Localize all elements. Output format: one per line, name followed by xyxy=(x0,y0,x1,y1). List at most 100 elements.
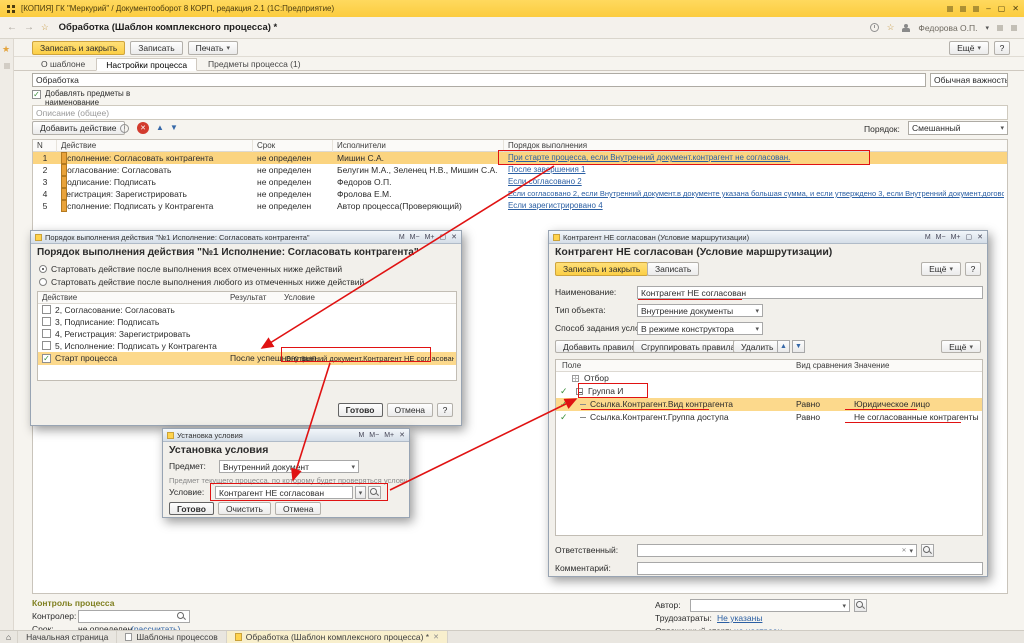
radio-start-after-all[interactable]: Стартовать действие после выполнения все… xyxy=(39,264,342,274)
user-name[interactable]: Федорова О.П. xyxy=(918,23,977,33)
order-row[interactable]: 5, Исполнение: Подписать у Контрагента xyxy=(38,340,456,352)
name-input[interactable]: Контрагент НЕ согласован xyxy=(637,286,983,299)
dialog-titlebar[interactable]: Установка условия М М− М+ ✕ xyxy=(163,429,409,442)
restore-icon[interactable]: ▢ xyxy=(998,4,1006,13)
app-menu-icon[interactable] xyxy=(7,5,10,8)
radio-start-after-any[interactable]: Стартовать действие после выполнения люб… xyxy=(39,277,364,287)
col-action[interactable]: Действие xyxy=(57,140,253,152)
history-icon[interactable] xyxy=(870,23,879,32)
user-menu-chevron-icon[interactable]: ▾ xyxy=(985,24,989,32)
condition-input[interactable]: Контрагент НЕ согласован xyxy=(215,486,353,499)
move-up-icon[interactable]: ▲ xyxy=(777,340,790,353)
checkbox-checked[interactable]: ✓ xyxy=(42,354,51,363)
favorite-star-icon[interactable]: ☆ xyxy=(41,22,49,33)
move-down-icon[interactable]: ▼ xyxy=(170,123,178,132)
font-plus-icon[interactable]: М+ xyxy=(425,234,435,241)
taskbar-tab-start[interactable]: Начальная страница xyxy=(18,631,117,643)
order-link[interactable]: Если согласовано 2, если Внутренний доку… xyxy=(508,189,1004,198)
navbar-icon[interactable] xyxy=(1011,25,1017,31)
order-row[interactable]: 2, Согласование: Согласовать xyxy=(38,304,456,316)
col-term[interactable]: Срок xyxy=(253,140,333,152)
condition-choose-button[interactable]: ▾ xyxy=(355,486,366,499)
close-icon[interactable]: ✕ xyxy=(977,233,983,241)
print-button[interactable]: Печать ▾ xyxy=(188,41,238,55)
responsible-input[interactable]: ✕ ▾ xyxy=(637,544,917,557)
restore-icon[interactable]: ▢ xyxy=(966,233,973,241)
check-icon[interactable]: ✓ xyxy=(560,398,568,411)
dialog-titlebar[interactable]: Контрагент НЕ согласован (Условие маршру… xyxy=(549,231,987,244)
done-button[interactable]: Готово xyxy=(169,502,214,515)
col-order[interactable]: Порядок выполнения xyxy=(504,140,1004,152)
importance-select[interactable]: Обычная важность ▾ xyxy=(930,73,1008,87)
save-close-button[interactable]: Записать и закрыть xyxy=(32,41,125,55)
cancel-button[interactable]: Отмена xyxy=(387,403,434,417)
clear-icon[interactable]: ✕ xyxy=(901,547,906,554)
chevron-down-icon[interactable]: ▾ xyxy=(909,547,913,555)
author-search-button[interactable] xyxy=(854,599,867,612)
home-button[interactable]: ⌂ xyxy=(0,631,18,643)
order-select[interactable]: Смешанный ▾ xyxy=(908,121,1008,135)
move-up-icon[interactable]: ▲ xyxy=(156,123,164,132)
rule-row[interactable]: ✓ Ссылка.Контрагент.Вид контрагента Равн… xyxy=(556,398,982,411)
font-plus-icon[interactable]: М+ xyxy=(951,234,961,241)
rule-row[interactable]: ✓ Ссылка.Контрагент.Группа доступа Равно… xyxy=(556,411,982,424)
chevron-down-icon[interactable]: ▾ xyxy=(842,602,846,610)
add-action-button[interactable]: Добавить действие xyxy=(32,121,125,135)
titlebar-icon[interactable] xyxy=(960,6,966,12)
check-icon[interactable]: ✓ xyxy=(560,385,568,398)
dialog-titlebar[interactable]: Порядок выполнения действия "№1 Исполнен… xyxy=(31,231,461,244)
checkbox[interactable] xyxy=(42,329,51,338)
taskbar-tab-current[interactable]: Обработка (Шаблон комплексного процесса)… xyxy=(227,631,448,643)
titlebar-icon[interactable] xyxy=(947,6,953,12)
save-close-button[interactable]: Записать и закрыть xyxy=(555,262,648,276)
font-minus-icon[interactable]: М− xyxy=(369,432,379,439)
order-row-start[interactable]: ✓ Старт процесса После успешного вып... … xyxy=(38,352,456,365)
close-icon[interactable]: ✕ xyxy=(433,633,439,641)
restore-icon[interactable]: ▢ xyxy=(440,233,447,241)
tree-row-group[interactable]: ✓ Группа И xyxy=(556,385,982,398)
tree-row-root[interactable]: Отбор xyxy=(556,372,982,385)
labor-link[interactable]: Не указаны xyxy=(717,613,762,623)
deadline-icon[interactable] xyxy=(120,124,129,133)
font-minus-icon[interactable]: М− xyxy=(936,234,946,241)
condition-method-select[interactable]: В режиме конструктора ▾ xyxy=(637,322,763,335)
table-row[interactable]: 3 Подписание: Подписать не определен Фед… xyxy=(33,176,1007,188)
object-type-select[interactable]: Внутренние документы ▾ xyxy=(637,304,763,317)
table-row[interactable]: 5 Исполнение: Подписать у Контрагента не… xyxy=(33,200,1007,212)
close-icon[interactable]: ✕ xyxy=(1012,4,1019,13)
order-link[interactable]: После завершения 1 xyxy=(508,165,585,174)
navbar-icon[interactable] xyxy=(997,25,1003,31)
controller-input[interactable] xyxy=(78,610,190,623)
checkbox[interactable] xyxy=(42,317,51,326)
close-icon[interactable]: ✕ xyxy=(399,431,405,439)
condition-open-button[interactable] xyxy=(368,486,381,499)
name-input[interactable]: Обработка xyxy=(32,73,926,87)
check-icon[interactable]: ✓ xyxy=(560,411,568,424)
help-button[interactable]: ? xyxy=(994,41,1010,55)
add-rule-button[interactable]: Добавить правило xyxy=(555,340,644,353)
add-subjects-checkbox[interactable]: ✓ xyxy=(32,90,41,99)
search-icon[interactable] xyxy=(177,612,186,621)
font-plus-icon[interactable]: М+ xyxy=(384,432,394,439)
group-rules-button[interactable]: Сгруппировать правила xyxy=(633,340,743,353)
titlebar-icon[interactable] xyxy=(973,6,979,12)
minimize-icon[interactable]: – xyxy=(986,4,990,13)
comment-input[interactable] xyxy=(637,562,983,575)
checkbox[interactable] xyxy=(42,341,51,350)
start-condition[interactable]: Внутренний документ.Контрагент НЕ соглас… xyxy=(286,352,454,365)
order-row[interactable]: 4, Регистрация: Зарегистрировать xyxy=(38,328,456,340)
order-link[interactable]: Если согласовано 2 xyxy=(508,177,582,186)
panel-icon[interactable] xyxy=(4,63,10,69)
description-input[interactable]: Описание (общее) xyxy=(32,105,1008,120)
help-button[interactable]: ? xyxy=(965,262,981,276)
forward-icon[interactable]: → xyxy=(24,22,34,33)
move-down-icon[interactable]: ▼ xyxy=(792,340,805,353)
col-n[interactable]: N xyxy=(33,140,57,152)
more-button[interactable]: Ещё ▾ xyxy=(949,41,989,55)
checkbox[interactable] xyxy=(42,305,51,314)
collapse-icon[interactable] xyxy=(576,388,583,395)
table-row[interactable]: 2 Согласование: Согласовать не определен… xyxy=(33,164,1007,176)
font-icon[interactable]: М xyxy=(399,234,405,241)
cancel-button[interactable]: Отмена xyxy=(275,502,322,515)
order-row[interactable]: 3, Подписание: Подписать xyxy=(38,316,456,328)
